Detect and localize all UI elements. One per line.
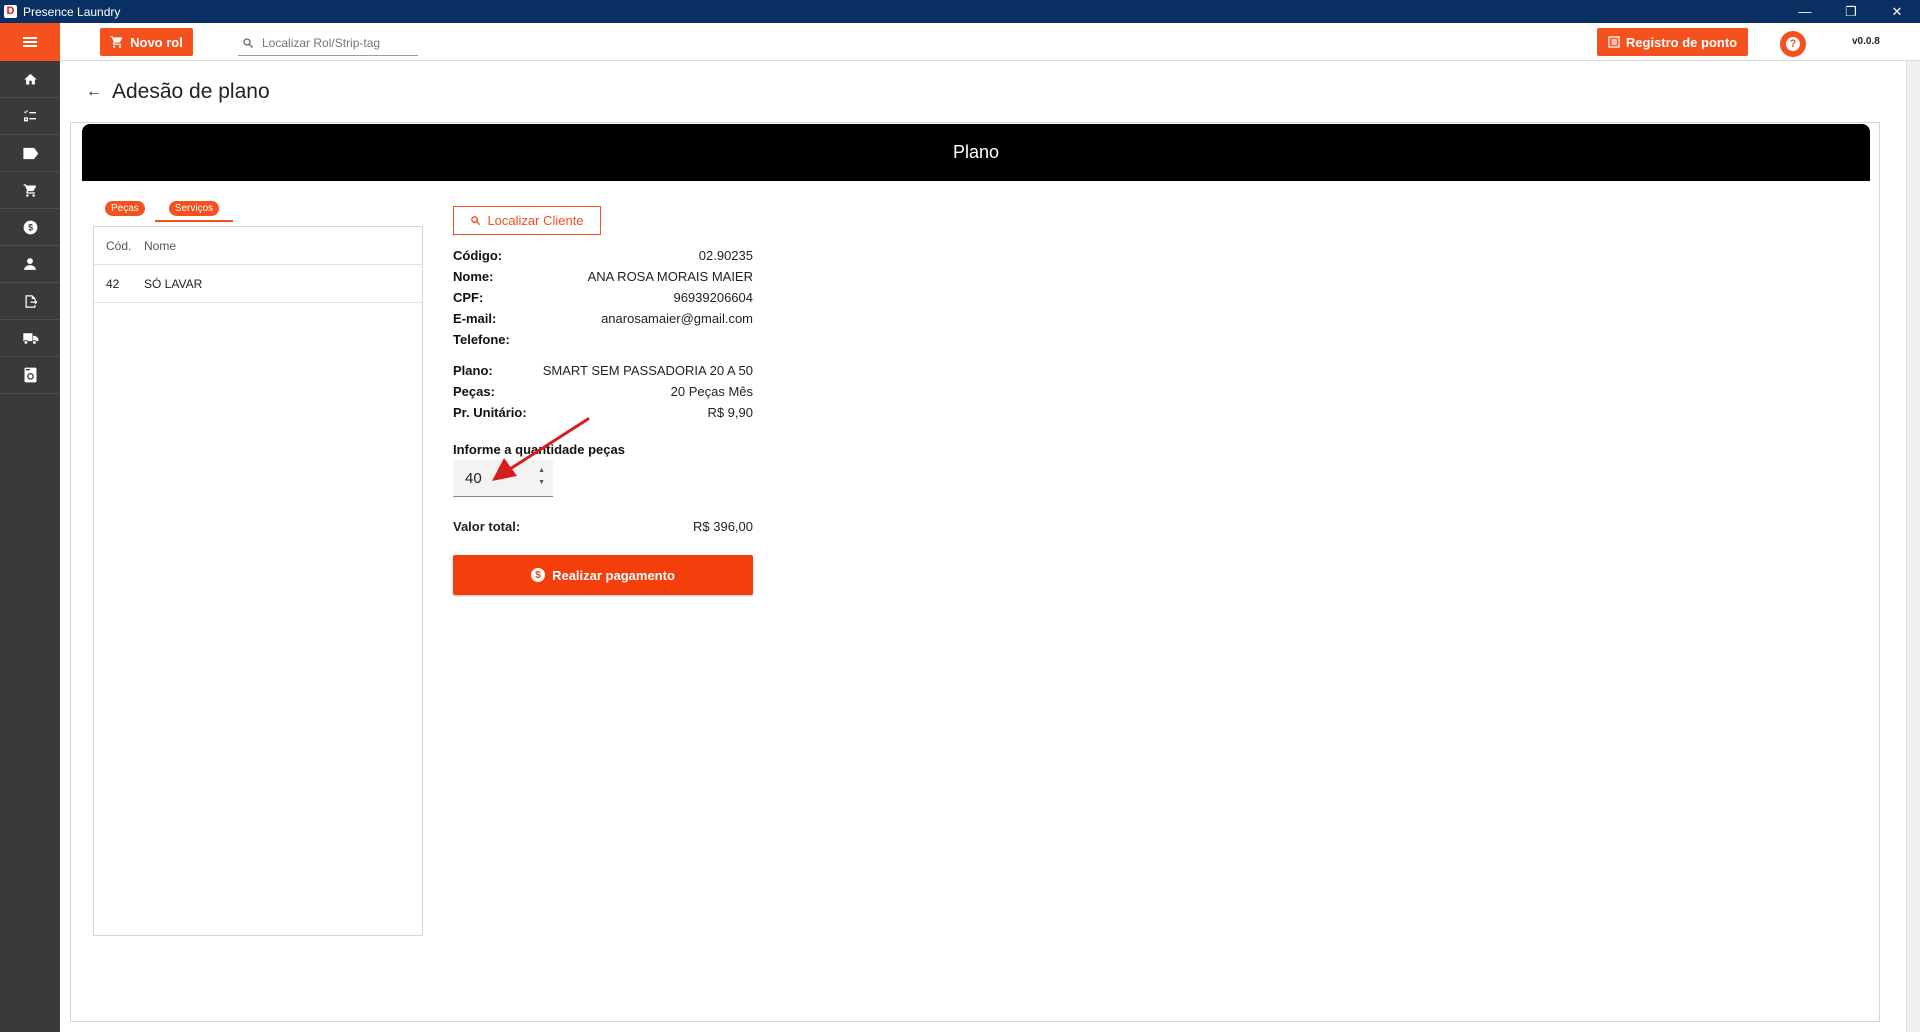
realizar-pagamento-label: Realizar pagamento — [552, 567, 675, 583]
hamburger-menu-button[interactable] — [0, 23, 60, 61]
client-panel: Localizar Cliente Código: 02.90235 Nome: A… — [453, 206, 753, 595]
app-logo-icon: D — [4, 5, 17, 18]
total-label: Valor total: — [453, 519, 521, 534]
info-row-plano: Plano: SMART SEM PASSADORIA 20 A 50 — [453, 360, 753, 381]
novo-rol-label: Novo rol — [130, 34, 183, 50]
list-icon — [1608, 36, 1620, 48]
dollar-icon: $ — [23, 220, 37, 234]
info-row-pecas: Peças: 20 Peças Mês — [453, 381, 753, 402]
page-header: ← Adesão de plano — [86, 80, 270, 104]
info-value: 02.90235 — [698, 248, 753, 263]
info-label: CPF: — [453, 290, 484, 305]
sidebar: $ — [0, 61, 60, 1032]
info-row-telefone: Telefone: — [453, 329, 753, 350]
back-arrow-icon[interactable]: ← — [86, 83, 102, 101]
cart-icon — [23, 183, 36, 197]
info-label: Plano: — [453, 363, 493, 378]
dollar-icon: $ — [531, 568, 546, 582]
column-header-cod: Cód. — [106, 238, 132, 253]
total-row: Valor total: R$ 396,00 — [453, 519, 753, 534]
sidebar-item-clientes[interactable] — [0, 246, 60, 283]
tab-pecas[interactable]: Peças — [95, 198, 155, 222]
sidebar-item-export[interactable] — [0, 283, 60, 320]
search-bar — [238, 30, 418, 56]
svg-text:$: $ — [28, 222, 33, 232]
sidebar-item-financeiro[interactable]: $ — [0, 209, 60, 246]
window-titlebar: D Presence Laundry — ❐ ✕ — [0, 0, 1920, 23]
tab-pecas-label: Peças — [105, 201, 145, 216]
realizar-pagamento-button[interactable]: $ Realizar pagamento — [453, 555, 753, 595]
localizar-cliente-label: Localizar Cliente — [487, 213, 584, 228]
info-row-nome: Nome: ANA ROSA MORAIS MAIER — [453, 266, 753, 287]
info-label: E-mail: — [453, 311, 497, 326]
info-row-codigo: Código: 02.90235 — [453, 245, 753, 266]
tab-servicos[interactable]: Serviços — [154, 198, 234, 222]
info-value: 20 Peças Mês — [670, 384, 753, 399]
close-button[interactable]: ✕ — [1874, 0, 1920, 23]
table-row[interactable]: 42 SÓ LAVAR — [94, 265, 422, 303]
search-icon — [471, 216, 481, 226]
sidebar-item-checklist[interactable] — [0, 98, 60, 135]
sidebar-item-entregas[interactable] — [0, 320, 60, 357]
person-icon — [24, 258, 36, 270]
info-row-cpf: CPF: 96939206604 — [453, 287, 753, 308]
info-label: Peças: — [453, 384, 495, 399]
page-scrollbar[interactable] — [1906, 61, 1920, 1032]
tab-servicos-label: Serviços — [168, 201, 220, 216]
card-header: Plano — [82, 124, 1870, 181]
cell-nome: SÓ LAVAR — [144, 276, 203, 291]
localizar-cliente-button[interactable]: Localizar Cliente — [453, 206, 601, 235]
info-value: 96939206604 — [673, 290, 753, 305]
tag-icon — [22, 147, 38, 159]
sidebar-item-home[interactable] — [0, 61, 60, 98]
window-controls: — ❐ ✕ — [1782, 0, 1920, 23]
sidebar-item-cart[interactable] — [0, 172, 60, 209]
search-input[interactable] — [262, 35, 412, 50]
registro-de-ponto-button[interactable]: Registro de ponto — [1597, 28, 1748, 56]
page-title: Adesão de plano — [112, 80, 270, 103]
info-value: R$ 9,90 — [707, 405, 753, 420]
version-label: v0.0.8 — [1852, 36, 1880, 47]
top-toolbar: Novo rol Registro de ponto ? v0.0.8 — [0, 23, 1920, 61]
restore-button[interactable]: ❐ — [1828, 0, 1874, 23]
info-row-email: E-mail: anarosamaier@gmail.com — [453, 308, 753, 329]
checklist-icon — [24, 110, 36, 122]
info-label: Código: — [453, 248, 503, 263]
help-button[interactable]: ? — [1780, 31, 1806, 57]
column-header-nome: Nome — [144, 238, 177, 253]
export-icon — [25, 294, 37, 308]
services-table: Cód. Nome 42 SÓ LAVAR — [93, 226, 423, 936]
cell-cod: 42 — [106, 276, 120, 291]
total-value: R$ 396,00 — [693, 519, 753, 534]
info-value: ANA ROSA MORAIS MAIER — [587, 269, 753, 284]
search-icon — [243, 37, 253, 48]
window-title: Presence Laundry — [23, 4, 121, 19]
hamburger-icon — [23, 41, 37, 43]
novo-rol-button[interactable]: Novo rol — [100, 28, 193, 56]
annotation-arrow-icon — [492, 417, 590, 481]
washer-icon — [24, 367, 36, 383]
cart-icon — [110, 36, 123, 48]
home-icon — [23, 73, 37, 84]
help-icon: ? — [1786, 37, 1800, 51]
sidebar-item-tag[interactable] — [0, 135, 60, 172]
table-header: Cód. Nome — [94, 227, 422, 265]
info-value: anarosamaier@gmail.com — [601, 311, 753, 326]
registro-de-ponto-label: Registro de ponto — [1625, 34, 1738, 50]
tab-bar: Peças Serviços — [95, 198, 234, 222]
info-label: Telefone: — [453, 332, 510, 347]
info-value: SMART SEM PASSADORIA 20 A 50 — [542, 363, 753, 378]
quantity-value[interactable]: 40 — [453, 470, 482, 487]
sidebar-item-lavanderia[interactable] — [0, 357, 60, 394]
delivery-truck-icon — [22, 332, 38, 345]
info-label: Nome: — [453, 269, 494, 284]
minimize-button[interactable]: — — [1782, 0, 1828, 23]
client-info: Código: 02.90235 Nome: ANA ROSA MORAIS MAI… — [453, 245, 753, 423]
